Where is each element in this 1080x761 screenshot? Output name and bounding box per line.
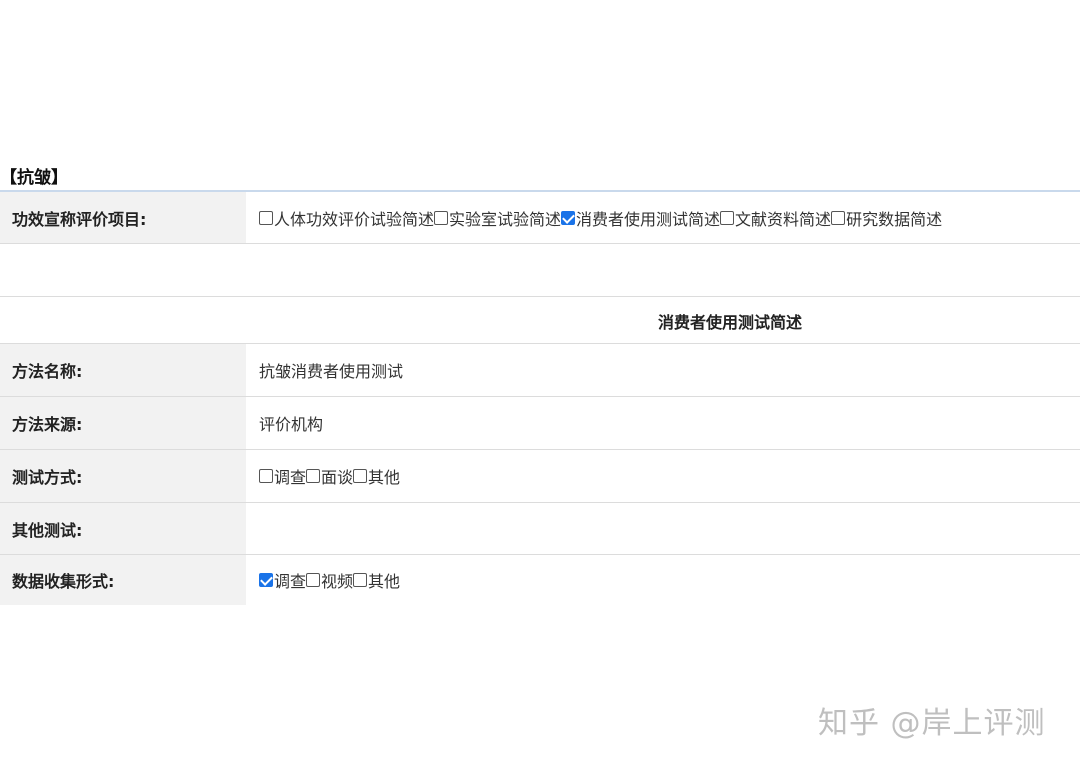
method-name-label: 方法名称: bbox=[0, 344, 246, 397]
option-label: 调查 bbox=[274, 572, 307, 591]
subheading-row: 消费者使用测试简述 bbox=[0, 297, 1080, 344]
option-label: 视频 bbox=[321, 572, 354, 591]
checkbox-research-data[interactable] bbox=[831, 210, 846, 225]
method-source-row: 方法来源: 评价机构 bbox=[0, 397, 1080, 450]
method-name-value: 抗皱消费者使用测试 bbox=[246, 344, 1080, 397]
option-label: 面谈 bbox=[321, 468, 354, 487]
data-collection-options: 调查 视频 其他 bbox=[246, 555, 1080, 605]
option-other[interactable]: 其他 bbox=[353, 464, 400, 488]
other-test-value bbox=[246, 503, 1080, 555]
checkbox-literature[interactable] bbox=[720, 210, 735, 225]
option-other[interactable]: 其他 bbox=[353, 568, 400, 592]
section-title: 【抗皱】 bbox=[0, 168, 68, 188]
checkbox-survey[interactable] bbox=[259, 469, 273, 483]
option-human-efficacy[interactable]: 人体功效评价试验简述 bbox=[259, 206, 434, 230]
option-label: 调查 bbox=[274, 468, 307, 487]
option-label: 实验室试验简述 bbox=[449, 209, 562, 229]
claim-items-label: 功效宣称评价项目: bbox=[0, 192, 246, 244]
checkbox-lab-test[interactable] bbox=[434, 210, 449, 225]
option-interview[interactable]: 面谈 bbox=[306, 464, 353, 488]
checkbox-other[interactable] bbox=[353, 469, 368, 483]
method-source-label: 方法来源: bbox=[0, 397, 246, 450]
option-label: 文献资料简述 bbox=[735, 209, 832, 229]
option-consumer-test[interactable]: 消费者使用测试简述 bbox=[561, 206, 720, 230]
checkbox-consumer-test[interactable] bbox=[561, 210, 576, 225]
data-collection-label: 数据收集形式: bbox=[0, 555, 246, 605]
option-survey[interactable]: 调查 bbox=[259, 464, 306, 488]
checkbox-video[interactable] bbox=[306, 573, 321, 587]
test-method-options: 调查 面谈 其他 bbox=[246, 450, 1080, 503]
checkbox-survey[interactable] bbox=[259, 573, 273, 587]
option-survey[interactable]: 调查 bbox=[259, 568, 306, 592]
option-lab-test[interactable]: 实验室试验简述 bbox=[434, 206, 561, 230]
option-label: 研究数据简述 bbox=[846, 209, 943, 229]
checkbox-other[interactable] bbox=[353, 573, 368, 587]
claim-items-row: 功效宣称评价项目: 人体功效评价试验简述 实验室试验简述 消费者使用测试简述 文… bbox=[0, 192, 1080, 244]
subheading-title: 消费者使用测试简述 bbox=[658, 313, 803, 332]
page: 【抗皱】 功效宣称评价项目: 人体功效评价试验简述 实验室试验简述 消费者使用测… bbox=[0, 0, 1080, 761]
claim-items-options: 人体功效评价试验简述 实验室试验简述 消费者使用测试简述 文献资料简述 研究数据… bbox=[246, 192, 1080, 244]
method-name-row: 方法名称: 抗皱消费者使用测试 bbox=[0, 344, 1080, 397]
option-label: 其他 bbox=[368, 572, 401, 591]
watermark: 知乎 @岸上评测 bbox=[818, 706, 1046, 741]
spacer-row bbox=[0, 244, 1080, 297]
option-label: 消费者使用测试简述 bbox=[576, 209, 721, 229]
method-source-value: 评价机构 bbox=[246, 397, 1080, 450]
option-label: 人体功效评价试验简述 bbox=[274, 209, 435, 229]
option-video[interactable]: 视频 bbox=[306, 568, 353, 592]
other-test-row: 其他测试: bbox=[0, 503, 1080, 555]
test-method-row: 测试方式: 调查 面谈 其他 bbox=[0, 450, 1080, 503]
option-research-data[interactable]: 研究数据简述 bbox=[831, 206, 942, 230]
checkbox-interview[interactable] bbox=[306, 469, 321, 483]
option-literature[interactable]: 文献资料简述 bbox=[720, 206, 831, 230]
test-method-label: 测试方式: bbox=[0, 450, 246, 503]
data-collection-row: 数据收集形式: 调查 视频 其他 bbox=[0, 555, 1080, 605]
option-label: 其他 bbox=[368, 468, 401, 487]
other-test-label: 其他测试: bbox=[0, 503, 246, 555]
checkbox-human-efficacy[interactable] bbox=[259, 210, 273, 225]
